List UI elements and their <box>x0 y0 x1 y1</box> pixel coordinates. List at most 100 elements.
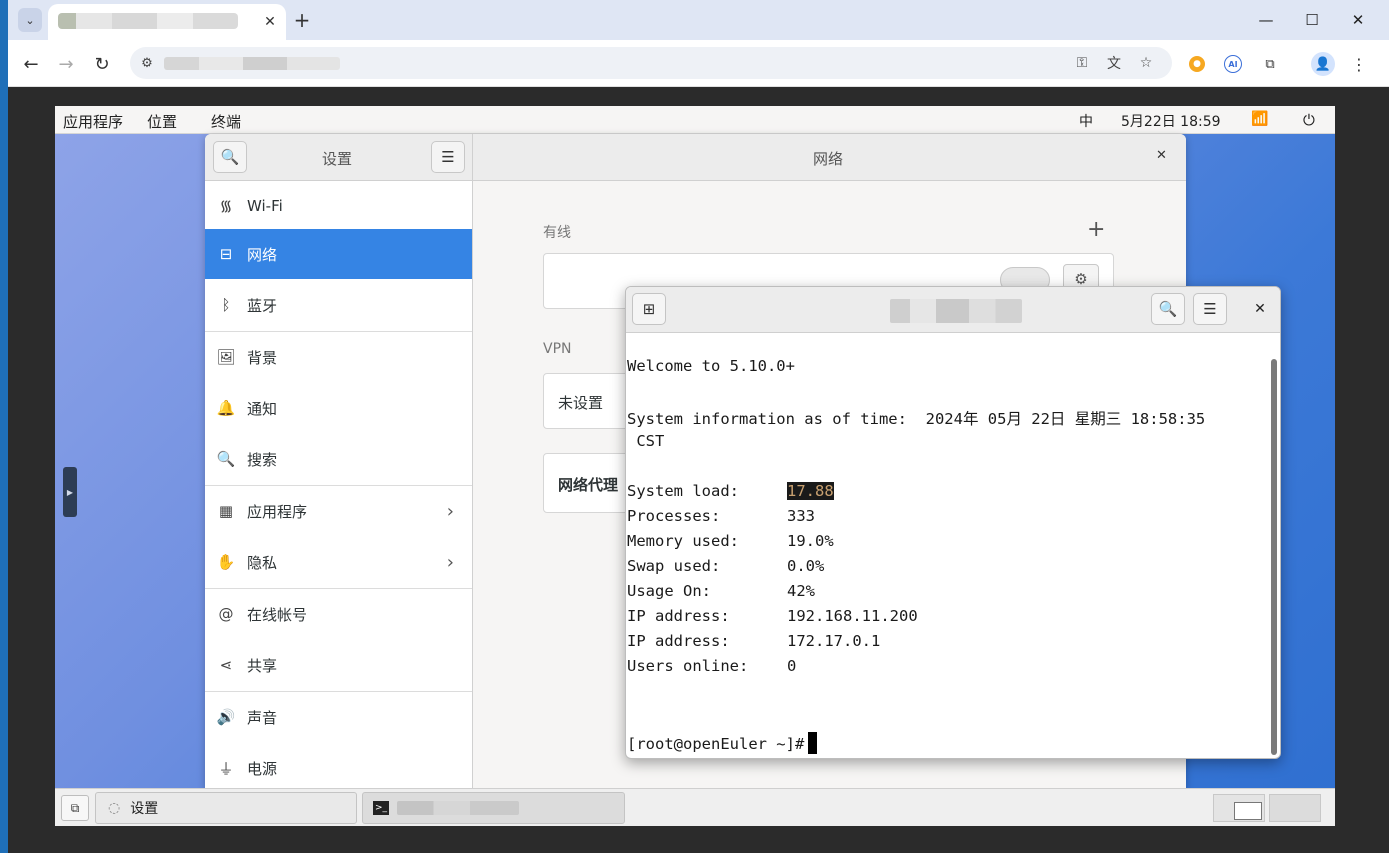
sidebar-item-label: 声音 <box>247 708 278 727</box>
terminal-line: System information as of time: 2024年 05月… <box>627 410 1206 428</box>
power-menu-icon[interactable]: ⏻ <box>1303 111 1315 129</box>
sidebar-item-background[interactable]: 🖼 背景 <box>205 332 472 382</box>
workspace-1[interactable] <box>1213 794 1265 822</box>
terminal-output[interactable]: Welcome to 5.10.0+ System information as… <box>626 333 1270 758</box>
sidebar-item-label: 隐私 <box>247 553 278 572</box>
profile-avatar[interactable]: 👤 <box>1311 52 1335 76</box>
search-icon: 🔍 <box>216 450 236 468</box>
menu-applications[interactable]: 应用程序 <box>63 111 123 132</box>
more-menu-icon[interactable]: ⋮ <box>1348 53 1370 75</box>
settings-search-button[interactable]: 🔍 <box>213 141 247 173</box>
settings-panel-header: 网络 ✕ <box>473 134 1186 181</box>
shield-extension-icon[interactable]: ● <box>1189 56 1205 72</box>
tab-search-button[interactable]: ⌄ <box>18 8 42 32</box>
settings-menu-button[interactable]: ☰ <box>431 141 465 173</box>
remote-desktop: 应用程序 位置 终端 中 5月22日 18:59 📶 ⏻ ▶ 🔍 设置 ☰ 网络… <box>55 106 1335 826</box>
show-desktop-button[interactable]: ⧉ <box>61 795 89 821</box>
reload-button[interactable]: ↻ <box>89 51 115 77</box>
wifi-status-icon[interactable]: 📶 <box>1251 111 1268 127</box>
settings-close-icon[interactable]: ✕ <box>1156 148 1167 163</box>
stat-row: Swap used: 0.0% <box>627 557 824 575</box>
sidebar-item-sharing[interactable]: ⋖ 共享 <box>205 640 472 690</box>
sidebar-item-power[interactable]: ⏚ 电源 <box>205 743 472 789</box>
add-connection-button[interactable]: + <box>1087 217 1105 242</box>
sidebar-item-label: 背景 <box>247 348 278 367</box>
settings-sidebar-header: 🔍 设置 ☰ <box>205 134 473 181</box>
terminal-close-icon[interactable]: ✕ <box>1250 299 1270 319</box>
sidebar-item-label: Wi-Fi <box>247 197 283 215</box>
stat-label: Processes: <box>627 507 721 525</box>
prompt-line[interactable]: [root@openEuler ~]# <box>627 732 818 754</box>
stat-value: 333 <box>787 507 815 525</box>
taskbar-item-label: 设置 <box>130 801 159 817</box>
menu-terminal[interactable]: 终端 <box>211 111 241 132</box>
taskbar-terminal-title-redacted <box>397 801 519 815</box>
tab-close-icon[interactable]: ✕ <box>260 12 280 32</box>
sidebar-item-online-accounts[interactable]: @ 在线帐号 <box>205 589 472 639</box>
wired-section-title: 有线 <box>543 225 571 241</box>
stat-label: Usage On: <box>627 582 711 600</box>
sidebar-item-label: 共享 <box>247 656 278 675</box>
stat-value: 0 <box>787 657 797 675</box>
minimize-button[interactable]: — <box>1251 8 1281 32</box>
taskbar-item-settings[interactable]: ◌ 设置 <box>95 792 357 824</box>
terminal-window: ⊞ 🔍 ☰ ✕ Welcome to 5.10.0+ System inform… <box>625 286 1281 759</box>
browser-toolbar: ← → ↻ ⚙ ⚿ 文 ☆ ● AI ⧉ 👤 ⋮ <box>8 40 1389 87</box>
new-tab-icon[interactable]: ⊞ <box>632 293 666 325</box>
address-bar[interactable]: ⚙ ⚿ 文 ☆ <box>130 47 1172 79</box>
forward-button[interactable]: → <box>53 51 79 77</box>
workspace-2[interactable] <box>1269 794 1321 822</box>
sidebar-item-bluetooth[interactable]: ᛒ 蓝牙 <box>205 280 472 330</box>
sidebar-item-sound[interactable]: 🔊 声音 <box>205 692 472 742</box>
stat-label: Swap used: <box>627 557 721 575</box>
stat-row: IP address: 192.168.11.200 <box>627 607 918 625</box>
sidebar-item-label: 应用程序 <box>247 502 308 521</box>
side-panel-handle[interactable]: ▶ <box>63 467 77 517</box>
bottom-taskbar: ⧉ ◌ 设置 >_ <box>55 788 1335 826</box>
terminal-menu-button[interactable]: ☰ <box>1193 293 1227 325</box>
stat-value: 42% <box>787 582 815 600</box>
hand-icon: ✋ <box>216 553 236 571</box>
terminal-scrollbar[interactable] <box>1271 359 1277 755</box>
sidebar-item-network[interactable]: ⊟ 网络 <box>205 229 472 279</box>
taskbar-item-terminal[interactable]: >_ <box>362 792 625 824</box>
workspace-window-thumb <box>1234 802 1262 820</box>
wifi-icon: ᯾ <box>219 197 233 215</box>
bell-icon: 🔔 <box>216 399 236 417</box>
new-tab-button[interactable]: + <box>290 8 314 32</box>
translate-icon[interactable]: 文 <box>1104 53 1124 73</box>
back-button[interactable]: ← <box>18 51 44 77</box>
menu-places[interactable]: 位置 <box>147 111 177 132</box>
star-icon[interactable]: ☆ <box>1136 53 1156 73</box>
stat-label: IP address: <box>627 607 730 625</box>
sidebar-item-label: 网络 <box>247 245 278 264</box>
key-icon[interactable]: ⚿ <box>1072 53 1092 73</box>
sidebar-item-applications[interactable]: ▦ 应用程序 › <box>205 486 472 536</box>
terminal-line: CST <box>627 432 665 450</box>
clock[interactable]: 5月22日 18:59 <box>1121 111 1221 131</box>
maximize-button[interactable]: ☐ <box>1297 8 1327 32</box>
terminal-line: Welcome to 5.10.0+ <box>627 357 795 375</box>
stat-row: Memory used: 19.0% <box>627 532 834 550</box>
power-plug-icon: ⏚ <box>218 759 234 778</box>
vpn-status: 未设置 <box>558 394 604 412</box>
close-window-button[interactable]: ✕ <box>1343 8 1373 32</box>
puzzle-icon[interactable]: ⧉ <box>1259 53 1281 75</box>
sidebar-item-wifi[interactable]: ᯾ Wi-Fi <box>205 181 472 231</box>
stat-row: System load: 17.88 <box>627 482 834 500</box>
terminal-search-button[interactable]: 🔍 <box>1151 293 1185 325</box>
shell-prompt: [root@openEuler ~]# <box>627 735 805 753</box>
url-redacted <box>164 57 340 70</box>
ai-extension-icon[interactable]: AI <box>1224 55 1242 73</box>
sidebar-item-search[interactable]: 🔍 搜索 <box>205 434 472 484</box>
loading-spinner-icon: ◌ <box>108 800 121 816</box>
terminal-app-icon: >_ <box>373 801 389 815</box>
browser-tab[interactable]: ✕ <box>48 4 286 40</box>
sidebar-item-label: 通知 <box>247 399 278 418</box>
tab-strip: ⌄ ✕ + — ☐ ✕ <box>8 0 1389 40</box>
site-info-icon[interactable]: ⚙ <box>138 54 156 72</box>
input-method-indicator[interactable]: 中 <box>1079 111 1093 131</box>
sidebar-item-label: 蓝牙 <box>247 296 278 315</box>
sidebar-item-notifications[interactable]: 🔔 通知 <box>205 383 472 433</box>
sidebar-item-privacy[interactable]: ✋ 隐私 › <box>205 537 472 587</box>
